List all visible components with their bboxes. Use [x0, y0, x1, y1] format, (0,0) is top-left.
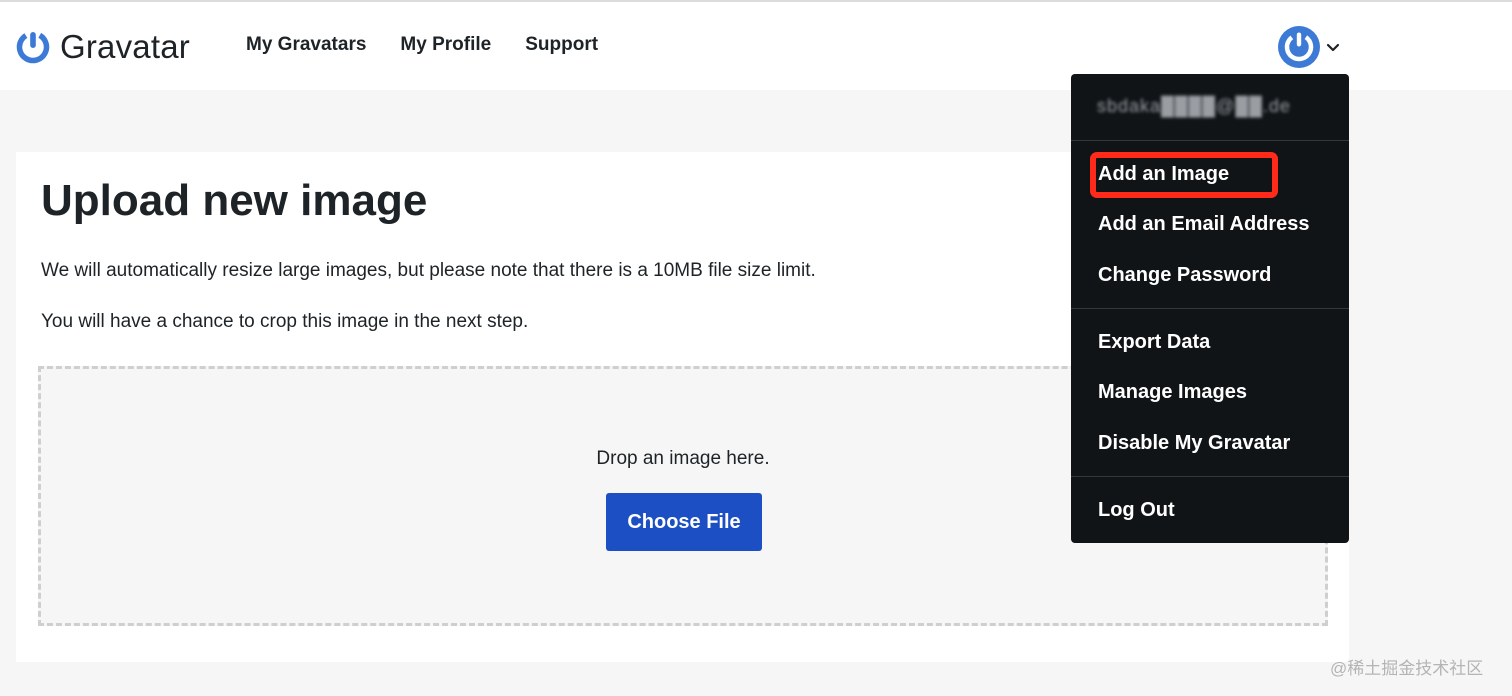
menu-item-manage-images[interactable]: Manage Images	[1098, 381, 1247, 404]
main-nav: My Gravatars My Profile Support	[246, 34, 632, 56]
annotation-highlight-box	[1090, 152, 1278, 198]
menu-item-export-data[interactable]: Export Data	[1098, 331, 1210, 354]
choose-file-button[interactable]: Choose File	[606, 493, 762, 551]
avatar-icon	[1278, 26, 1320, 68]
page-title: Upload new image	[41, 176, 428, 225]
logo-text: Gravatar	[60, 28, 190, 65]
menu-item-log-out[interactable]: Log Out	[1098, 499, 1175, 522]
nav-my-gravatars[interactable]: My Gravatars	[246, 34, 366, 56]
menu-divider	[1071, 140, 1349, 141]
user-email: sbdaka████@██.de	[1097, 96, 1291, 116]
menu-divider	[1071, 476, 1349, 477]
menu-item-change-password[interactable]: Change Password	[1098, 264, 1271, 287]
nav-my-profile[interactable]: My Profile	[400, 34, 491, 56]
file-size-note: We will automatically resize large image…	[41, 260, 816, 281]
nav-support[interactable]: Support	[525, 34, 598, 56]
menu-item-add-email[interactable]: Add an Email Address	[1098, 213, 1310, 236]
crop-note: You will have a chance to crop this imag…	[41, 311, 529, 332]
gravatar-logo-icon	[16, 30, 50, 64]
menu-divider	[1071, 308, 1349, 309]
watermark: @稀土掘金技术社区	[1330, 659, 1484, 678]
menu-item-disable-gravatar[interactable]: Disable My Gravatar	[1098, 432, 1290, 455]
user-menu-toggle[interactable]	[1278, 26, 1340, 68]
gravatar-logo[interactable]: Gravatar	[16, 28, 190, 66]
chevron-down-icon	[1326, 43, 1340, 52]
user-dropdown-menu: sbdaka████@██.de Add an Image Add an Ema…	[1071, 74, 1349, 543]
